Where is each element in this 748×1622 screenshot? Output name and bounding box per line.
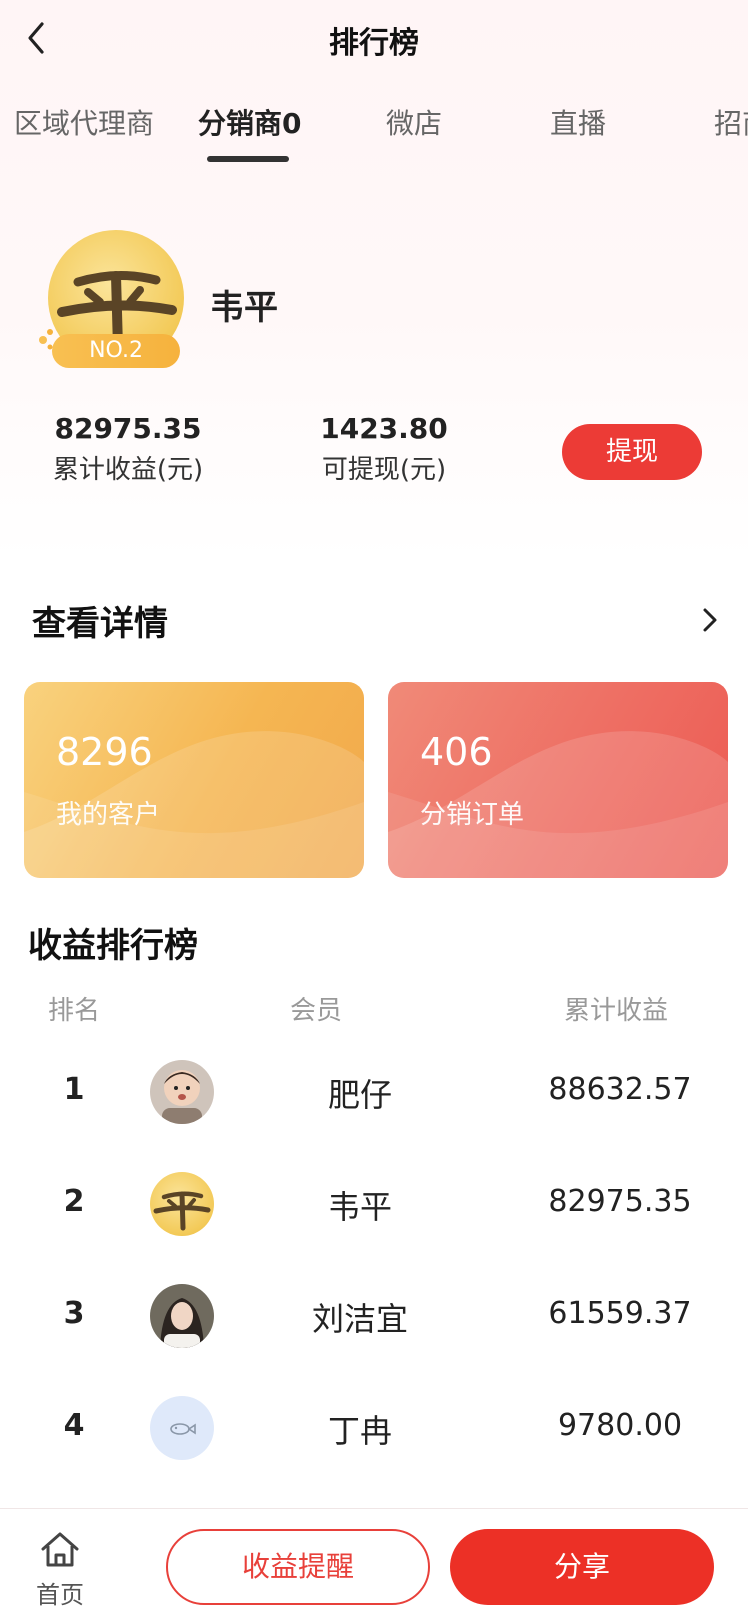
table-row[interactable]: 2 韦平 82975.35: [0, 1150, 748, 1262]
ranking-page: 排行榜 区域代理商 分销商0 微店 直播 招商 NO.2 韦平 82975.35…: [0, 0, 748, 1622]
table-row[interactable]: 4 丁冉 9780.00: [0, 1374, 748, 1486]
member-income: 9780.00: [557, 1408, 683, 1443]
member-name: 韦平: [327, 1188, 392, 1226]
member-income: 61559.37: [548, 1296, 692, 1331]
rank-badge: NO.2: [52, 334, 180, 368]
my-customers-label: 我的客户: [56, 800, 161, 830]
member-avatar: [150, 1060, 214, 1124]
column-header-income: 累计收益: [564, 996, 669, 1026]
tab-micro-store[interactable]: 微店: [386, 102, 442, 142]
tab-distributor[interactable]: 分销商0: [198, 102, 301, 142]
table-row[interactable]: 3 刘洁宜 61559.37: [0, 1262, 748, 1374]
member-name: 肥仔: [327, 1076, 392, 1114]
chevron-right-icon[interactable]: [696, 602, 724, 638]
member-name: 刘洁宜: [311, 1300, 408, 1338]
column-header-member: 会员: [290, 996, 343, 1026]
card-wave-decoration: [24, 731, 364, 878]
member-name: 丁冉: [327, 1412, 392, 1450]
home-label[interactable]: 首页: [36, 1575, 84, 1610]
withdrawable-stat: 1423.80 可提现(元): [306, 412, 462, 486]
bottom-action-bar: 首页 收益提醒 分享: [0, 1508, 748, 1622]
tab-live[interactable]: 直播: [550, 102, 606, 142]
share-button[interactable]: 分享: [450, 1529, 714, 1605]
row-rank: 3: [63, 1296, 85, 1331]
total-income-value: 82975.35: [54, 412, 202, 445]
category-tabs: 区域代理商 分销商0 微店 直播 招商: [0, 96, 748, 168]
withdraw-button[interactable]: 提现: [562, 424, 702, 480]
table-row[interactable]: 1 肥仔 88632.57: [0, 1038, 748, 1150]
column-header-rank: 排名: [48, 996, 101, 1026]
distribution-orders-label: 分销订单: [420, 800, 525, 830]
user-name: 韦平: [210, 288, 278, 328]
nav-bar: 排行榜: [0, 0, 748, 78]
row-rank: 1: [63, 1072, 85, 1107]
member-income: 88632.57: [548, 1072, 692, 1107]
member-avatar: [150, 1396, 214, 1460]
active-tab-indicator: [207, 156, 289, 162]
row-rank: 2: [63, 1184, 85, 1219]
total-income-stat: 82975.35 累计收益(元): [40, 412, 216, 486]
withdrawable-label: 可提现(元): [321, 455, 447, 485]
total-income-label: 累计收益(元): [52, 455, 204, 485]
my-customers-card[interactable]: 8296 我的客户: [24, 682, 364, 878]
member-avatar: [150, 1172, 214, 1236]
my-customers-value: 8296: [56, 730, 153, 774]
member-income: 82975.35: [548, 1184, 692, 1219]
row-rank: 4: [63, 1408, 85, 1443]
ranking-title: 收益排行榜: [28, 926, 198, 966]
distribution-orders-card[interactable]: 406 分销订单: [388, 682, 728, 878]
page-title: 排行榜: [329, 26, 419, 61]
card-wave-decoration: [388, 731, 728, 878]
details-title[interactable]: 查看详情: [32, 596, 168, 645]
income-reminder-button[interactable]: 收益提醒: [166, 1529, 430, 1605]
distribution-orders-value: 406: [420, 730, 493, 774]
tab-merchant[interactable]: 招商: [714, 102, 748, 142]
tab-regional-agent[interactable]: 区域代理商: [14, 102, 154, 142]
withdrawable-value: 1423.80: [320, 412, 448, 445]
member-avatar: [150, 1284, 214, 1348]
home-icon[interactable]: [38, 1529, 82, 1569]
